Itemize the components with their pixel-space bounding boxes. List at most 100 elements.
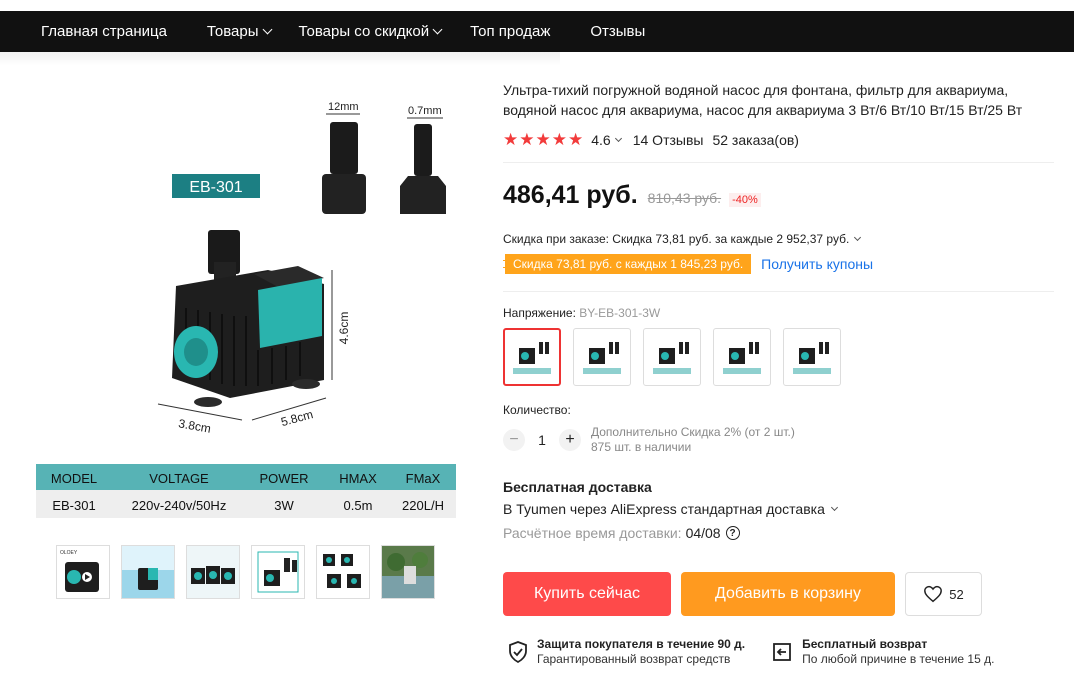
svg-text:3W: 3W	[274, 498, 294, 513]
variant-label: Напряжение: BY-EB-301-3W	[503, 306, 661, 320]
chevron-down-icon[interactable]	[614, 134, 622, 142]
quantity-info: Дополнительно Скидка 2% (от 2 шт.) 875 ш…	[591, 425, 795, 455]
variant-option-2[interactable]	[573, 328, 631, 386]
svg-text:0.7mm: 0.7mm	[408, 105, 442, 117]
free-return: Бесплатный возврат По любой причине в те…	[771, 637, 994, 667]
wishlist-button[interactable]: 52	[905, 572, 982, 616]
heart-icon	[924, 585, 943, 603]
pump-water-icon	[122, 546, 174, 598]
variant-option-3[interactable]	[643, 328, 701, 386]
quantity-decrease-button[interactable]: −	[503, 429, 525, 451]
svg-text:EB-301: EB-301	[52, 498, 95, 513]
variant-option-1[interactable]	[503, 328, 561, 386]
action-buttons: Купить сейчас Добавить в корзину 52	[503, 572, 982, 616]
svg-text:POWER: POWER	[259, 471, 308, 486]
quantity-label: Количество:	[503, 403, 571, 417]
pump-variant-icon	[723, 342, 761, 374]
pump-sizes-icon	[323, 554, 361, 588]
variant-list	[503, 328, 1059, 386]
divider	[503, 162, 1054, 163]
thumbnail-4[interactable]	[251, 545, 305, 599]
bulk-discount-text: Дополнительно Скидка 2% (от 2 шт.)	[591, 425, 795, 439]
shield-check-icon	[509, 641, 527, 663]
nav-item-products[interactable]: Товары	[207, 11, 272, 52]
nav-item-top-sales[interactable]: Топ продаж	[470, 11, 550, 52]
help-icon[interactable]: ?	[725, 526, 740, 540]
pump-parts-icon	[257, 551, 299, 593]
pump-trio-icon	[187, 546, 239, 598]
thumbnail-2[interactable]	[121, 545, 175, 599]
product-info: Ультра-тихий погружной водяной насос для…	[503, 80, 1059, 541]
nozzle-07mm: 0.7mm	[400, 105, 446, 214]
pump-thumbnail-icon: OLOEY	[60, 550, 99, 592]
svg-text:FMaX: FMaX	[406, 471, 441, 486]
discount-badge: -40%	[729, 193, 761, 207]
variant-option-4[interactable]	[713, 328, 771, 386]
pump-illustration: 12mm 0.7mm EB-301 4.6cm 3.8cm 5.8cm MODE…	[36, 101, 456, 518]
nozzle-12mm: 12mm	[322, 101, 366, 214]
divider	[503, 291, 1054, 292]
old-price: 810,43 руб.	[647, 190, 722, 206]
thumbnail-5[interactable]	[316, 545, 370, 599]
orders-count: 52 заказа(ов)	[712, 131, 799, 148]
nav-shadow	[0, 52, 560, 66]
svg-text:12mm: 12mm	[328, 101, 359, 113]
chevron-down-icon	[830, 503, 838, 512]
svg-text:3.8cm: 3.8cm	[177, 416, 212, 435]
spec-table: MODEL VOLTAGE POWER HMAX FMaX EB-301 220…	[36, 464, 456, 518]
nav-item-reviews[interactable]: Отзывы	[590, 11, 645, 52]
svg-text:220L/H: 220L/H	[402, 498, 444, 513]
star-icon: ★	[503, 130, 519, 149]
delivery-estimate: Расчётное время доставки: 04/08 ?	[503, 525, 1059, 541]
pump-garden-icon	[382, 546, 434, 598]
pump-variant-icon	[513, 342, 551, 374]
buy-now-button[interactable]: Купить сейчас	[503, 572, 671, 616]
rating-row: ★ ★ ★ ★ ★ 4.6 14 Отзывы 52 заказа(ов)	[503, 131, 1059, 148]
thumbnail-strip: OLOEY	[56, 545, 435, 599]
quantity-increase-button[interactable]: +	[559, 429, 581, 451]
quantity-input[interactable]: 1	[525, 432, 559, 448]
variant-option-5[interactable]	[783, 328, 841, 386]
chevron-down-icon	[854, 233, 862, 242]
svg-text:EB-301: EB-301	[189, 179, 242, 196]
star-icon: ★	[535, 130, 551, 149]
svg-text:VOLTAGE: VOLTAGE	[149, 471, 209, 486]
stock-text: 875 шт. в наличии	[591, 440, 692, 454]
product-title: Ультра-тихий погружной водяной насос для…	[503, 82, 1023, 118]
pump-variant-icon	[653, 342, 691, 374]
pump-variant-icon	[583, 342, 621, 374]
reviews-link[interactable]: 14 Отзывы	[633, 132, 704, 148]
get-coupons-link[interactable]: Получить купоны	[761, 256, 873, 272]
order-discount[interactable]: Скидка при заказе: Скидка 73,81 руб. за …	[503, 232, 1059, 246]
svg-text:220v-240v/50Hz: 220v-240v/50Hz	[132, 498, 227, 513]
current-price: 486,41 руб.	[503, 181, 638, 209]
chevron-down-icon	[262, 24, 272, 35]
svg-text:OLOEY: OLOEY	[60, 550, 78, 556]
delivery-date: 04/08	[685, 525, 721, 541]
thumbnail-3[interactable]	[186, 545, 240, 599]
add-to-cart-button[interactable]: Добавить в корзину	[681, 572, 895, 616]
quantity-stepper: − 1 + Дополнительно Скидка 2% (от 2 шт.)…	[503, 425, 1059, 455]
coupon-badge: Скидка 73,81 руб. с каждых 1 845,23 руб.	[503, 254, 752, 274]
price-row: 486,41 руб. 810,43 руб. -40%	[503, 181, 1059, 210]
shipping-method[interactable]: В Tyumen через AliExpress стандартная до…	[503, 501, 1059, 517]
nav-item-home[interactable]: Главная страница	[41, 11, 167, 52]
thumbnail-6[interactable]	[381, 545, 435, 599]
top-navigation: Главная страница Товары Товары со скидко…	[0, 11, 1074, 52]
main-product-image[interactable]: 12mm 0.7mm EB-301 4.6cm 3.8cm 5.8cm MODE…	[36, 80, 456, 520]
rating-value[interactable]: 4.6	[591, 132, 610, 148]
svg-text:HMAX: HMAX	[339, 471, 377, 486]
pump-variant-icon	[793, 342, 831, 374]
coupon-row: Скидка 73,81 руб. с каждых 1 845,23 руб.…	[503, 254, 1059, 274]
chevron-down-icon	[432, 24, 443, 35]
svg-text:MODEL: MODEL	[51, 471, 97, 486]
shipping-title: Бесплатная доставка	[503, 479, 652, 495]
wishlist-count: 52	[949, 586, 964, 602]
star-icon: ★	[568, 130, 584, 149]
return-icon	[773, 643, 792, 661]
svg-text:0.5m: 0.5m	[344, 498, 373, 513]
nav-item-discounts[interactable]: Товары со скидкой	[299, 11, 443, 52]
star-icon: ★	[519, 130, 535, 149]
thumbnail-1[interactable]: OLOEY	[56, 545, 110, 599]
svg-text:4.6cm: 4.6cm	[337, 312, 351, 345]
